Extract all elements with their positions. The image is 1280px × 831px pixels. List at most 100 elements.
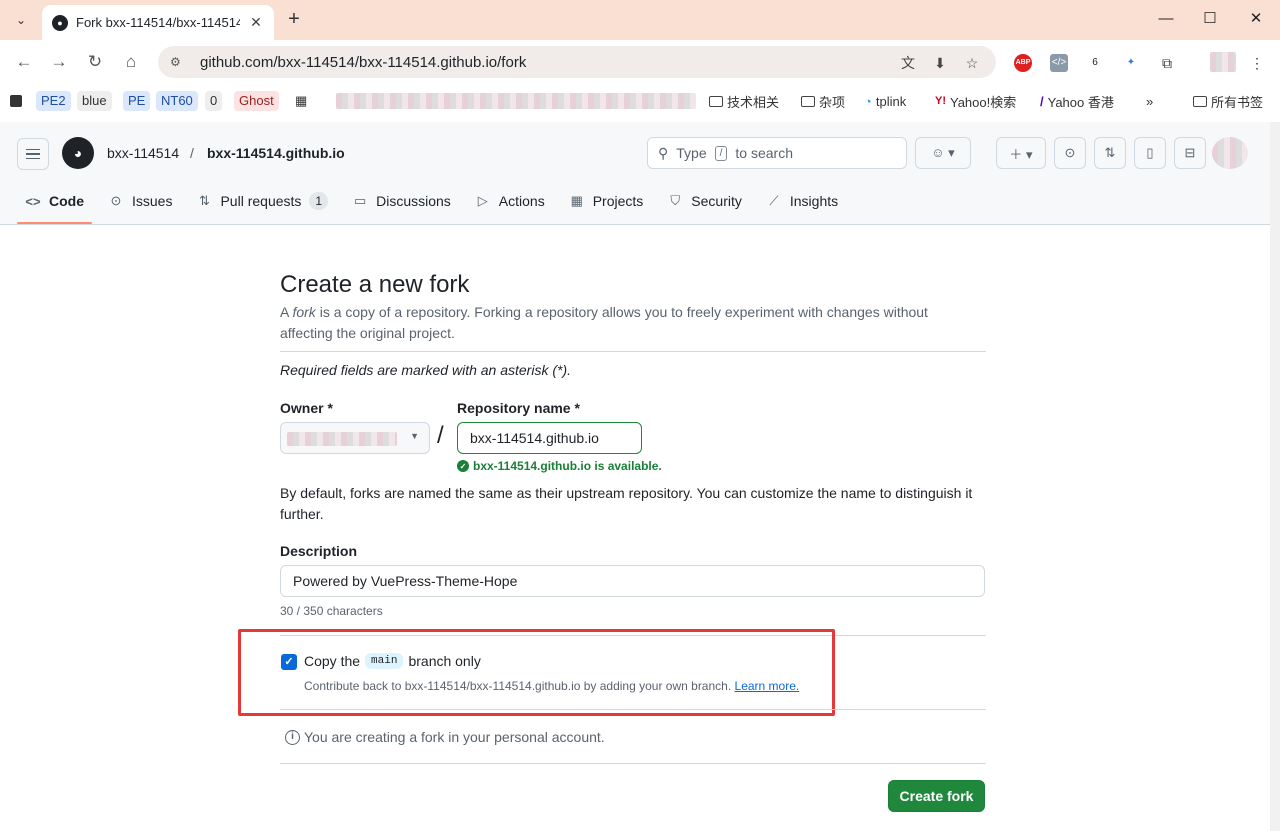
issue-icon: ⊙ [110,193,122,208]
github-logo-icon[interactable]: ◕ [62,137,94,169]
bookmark-star-icon[interactable]: ☆ [962,53,982,73]
tab-issues[interactable]: ⊙ Issues [100,186,180,216]
issues-button[interactable]: ⊙ [1054,137,1086,169]
bookmark-ghost[interactable]: Ghost [234,91,279,111]
search-input[interactable]: ⚲ Type / to search [647,137,907,169]
copilot-icon: ☺ ▾ [931,145,955,160]
tab-discussions[interactable]: ▭ Discussions [344,186,459,216]
owner-repo-separator: / [437,422,444,449]
divider [280,763,986,764]
tab-code[interactable]: <> Code [17,186,92,224]
adblock-extension-icon[interactable]: ABP [1014,54,1032,72]
bookmark-0[interactable]: 0 [205,91,223,111]
naming-note: By default, forks are named the same as … [280,485,973,522]
tab-pull-requests[interactable]: ⇅ Pull requests 1 [188,186,336,216]
user-avatar[interactable] [1212,137,1248,169]
create-fork-button[interactable]: Create fork [888,780,985,812]
character-count: 30 / 350 characters [280,604,383,618]
annotation-highlight-box [238,629,835,716]
folder-icon [709,95,723,107]
extension-6-icon[interactable]: 6 [1086,54,1104,72]
bookmark-blue[interactable]: blue [77,91,112,111]
extensions-icon[interactable]: ⧉ [1158,54,1176,72]
search-shortcut-key: / [714,145,728,161]
yahoo-icon: / [1040,93,1044,109]
inbox-button[interactable]: ⊟ [1174,137,1206,169]
bookmark-folder-tech[interactable]: 技术相关 [709,91,779,111]
bookmark-tplink[interactable]: ◔ tplink [864,91,906,111]
availability-message: ✓ bxx-114514.github.io is available. [457,459,662,473]
description-input[interactable] [280,565,985,597]
breadcrumb-owner[interactable]: bxx-114514 [107,145,179,161]
repositories-button[interactable]: ▯ [1134,137,1166,169]
home-icon[interactable]: ⌂ [119,50,143,74]
repo-name-label: Repository name * [457,400,580,416]
minimize-icon[interactable]: — [1154,8,1178,30]
owner-label: Owner * [280,400,333,416]
account-info: i You are creating a fork in your person… [285,729,605,745]
new-tab-button[interactable]: + [283,8,305,30]
browser-menu-icon[interactable]: ⋮ [1248,54,1266,72]
install-app-icon[interactable]: ⬇ [930,53,950,73]
page-title: Create a new fork [280,271,470,298]
bookmark-nt60[interactable]: NT60 [156,91,198,111]
menu-icon[interactable] [17,138,49,170]
bookmarks-overflow-icon[interactable]: » [1146,91,1153,111]
bookmark-pe2[interactable]: PE2 [36,91,71,111]
bookmark-app-icon[interactable] [10,91,22,111]
bookmark-yahoo-search[interactable]: Y! Yahoo!検索 [935,91,1016,111]
bookmark-folder-misc[interactable]: 杂项 [801,91,845,111]
owner-redacted [287,432,397,446]
extension-puzzle-color-icon[interactable]: ✦ [1122,54,1140,72]
plus-icon: ＋ ▾ [1009,146,1033,162]
info-icon: i [285,729,300,745]
reload-icon[interactable]: ↻ [83,50,107,74]
required-note: Required fields are marked with an aster… [280,362,572,378]
pull-request-icon: ⇅ [199,193,210,208]
github-favicon-icon: ● [52,14,68,31]
breadcrumb-separator: / [190,145,194,161]
inbox-icon: ⊟ [1184,145,1196,160]
check-circle-icon: ✓ [457,460,469,472]
repo-name-input[interactable] [457,422,642,454]
search-icon: ⚲ [658,144,669,161]
back-icon[interactable]: ← [12,50,36,74]
triangle-down-icon: ▼ [410,431,419,441]
tab-actions[interactable]: ▷ Actions [467,186,553,216]
owner-dropdown[interactable]: ▼ [280,422,430,454]
site-info-icon[interactable]: ⚙ [170,55,188,69]
code-icon: <> [25,193,41,209]
devtools-extension-icon[interactable]: </> [1050,54,1068,72]
discussion-icon: ▭ [353,193,367,208]
tplink-icon: ◔ [864,93,872,109]
bookmark-pe[interactable]: PE [123,91,151,111]
close-tab-icon[interactable]: ✕ [248,14,264,31]
folder-icon [1193,95,1207,107]
bookmark-yahoo-hk[interactable]: / Yahoo 香港 [1040,91,1114,111]
repo-icon: ▯ [1146,145,1154,160]
folder-icon [801,95,815,107]
bookmark-grid-icon[interactable]: ▦ [295,91,307,111]
tab-insights[interactable]: ⟋ Insights [758,186,846,216]
tab-security[interactable]: ⛉ Security [659,186,750,216]
pull-requests-count: 1 [309,192,329,210]
translate-icon[interactable]: 文 [898,53,918,73]
profile-avatar[interactable] [1210,52,1236,72]
maximize-icon[interactable]: ☐ [1198,8,1222,30]
fork-intro: A fork is a copy of a repository. Forkin… [280,304,928,341]
yahoo-jp-icon: Y! [935,95,946,107]
pull-requests-button[interactable]: ⇅ [1094,137,1126,169]
copilot-button[interactable]: ☺ ▾ [915,137,971,169]
address-bar[interactable]: ⚙ github.com/bxx-114514/bxx-114514.githu… [158,46,996,78]
browser-tab[interactable]: ● Fork bxx-114514/bxx-114514.github.io ✕ [42,5,274,40]
table-icon: ▦ [570,193,583,208]
pull-request-icon: ⇅ [1104,145,1116,160]
window-close-icon[interactable]: ✕ [1244,8,1268,30]
page-scrollbar[interactable] [1270,122,1280,831]
breadcrumb-repo[interactable]: bxx-114514.github.io [207,145,345,161]
tab-projects[interactable]: ▦ Projects [561,186,652,216]
create-new-button[interactable]: ＋ ▾ [996,137,1046,169]
tab-search-icon[interactable]: ⌄ [8,7,34,33]
all-bookmarks-folder[interactable]: 所有书签 [1193,91,1263,111]
forward-icon[interactable]: → [47,50,71,74]
